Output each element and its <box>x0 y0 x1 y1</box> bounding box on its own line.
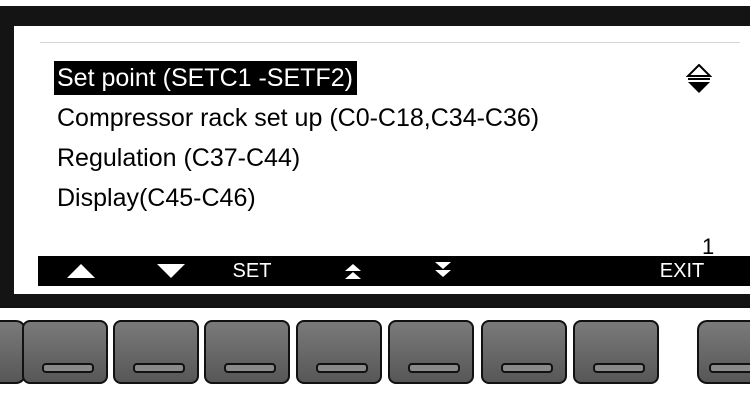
hardware-button-8[interactable] <box>697 320 750 384</box>
softkey-down[interactable] <box>142 256 198 286</box>
menu-item-set-point[interactable]: Set point (SETC1 -SETF2) <box>54 61 357 95</box>
controller-device: Set point (SETC1 -SETF2) Compressor rack… <box>0 0 750 394</box>
softkey-page-down[interactable] <box>418 256 468 286</box>
hardware-button-6[interactable] <box>481 320 567 384</box>
button-groove <box>408 363 460 373</box>
menu-item-regulation[interactable]: Regulation (C37-C44) <box>54 141 304 175</box>
button-groove <box>593 363 645 373</box>
triangle-down-icon <box>157 264 185 278</box>
softkey-exit[interactable]: EXIT <box>650 256 714 286</box>
triangle-up-icon <box>67 264 95 278</box>
up-down-arrows-icon <box>685 63 713 94</box>
hardware-button-3[interactable] <box>204 320 290 384</box>
top-edge <box>0 0 750 6</box>
button-groove <box>133 363 185 373</box>
button-groove <box>42 363 94 373</box>
parameter-menu: Set point (SETC1 -SETF2) Compressor rack… <box>40 42 740 233</box>
double-chevron-down-icon <box>435 262 451 277</box>
softkey-page-up[interactable] <box>328 256 378 286</box>
softkey-bar: SET EXIT <box>38 256 750 286</box>
button-groove <box>316 363 368 373</box>
softkey-set[interactable]: SET <box>224 256 280 286</box>
hardware-button-5[interactable] <box>388 320 474 384</box>
button-groove <box>224 363 276 373</box>
hardware-button-4[interactable] <box>296 320 382 384</box>
menu-item-display[interactable]: Display(C45-C46) <box>54 181 260 215</box>
display-bezel: Set point (SETC1 -SETF2) Compressor rack… <box>0 0 750 310</box>
hardware-button-1[interactable] <box>22 320 108 384</box>
lcd-screen: Set point (SETC1 -SETF2) Compressor rack… <box>14 26 750 294</box>
button-groove <box>501 363 553 373</box>
softkey-up[interactable] <box>52 256 108 286</box>
button-groove <box>709 363 750 373</box>
hardware-button-2[interactable] <box>113 320 199 384</box>
menu-item-compressor-rack[interactable]: Compressor rack set up (C0-C18,C34-C36) <box>54 101 543 135</box>
housing-edge <box>0 306 750 320</box>
hardware-button-7[interactable] <box>573 320 659 384</box>
double-chevron-up-icon <box>345 264 361 279</box>
